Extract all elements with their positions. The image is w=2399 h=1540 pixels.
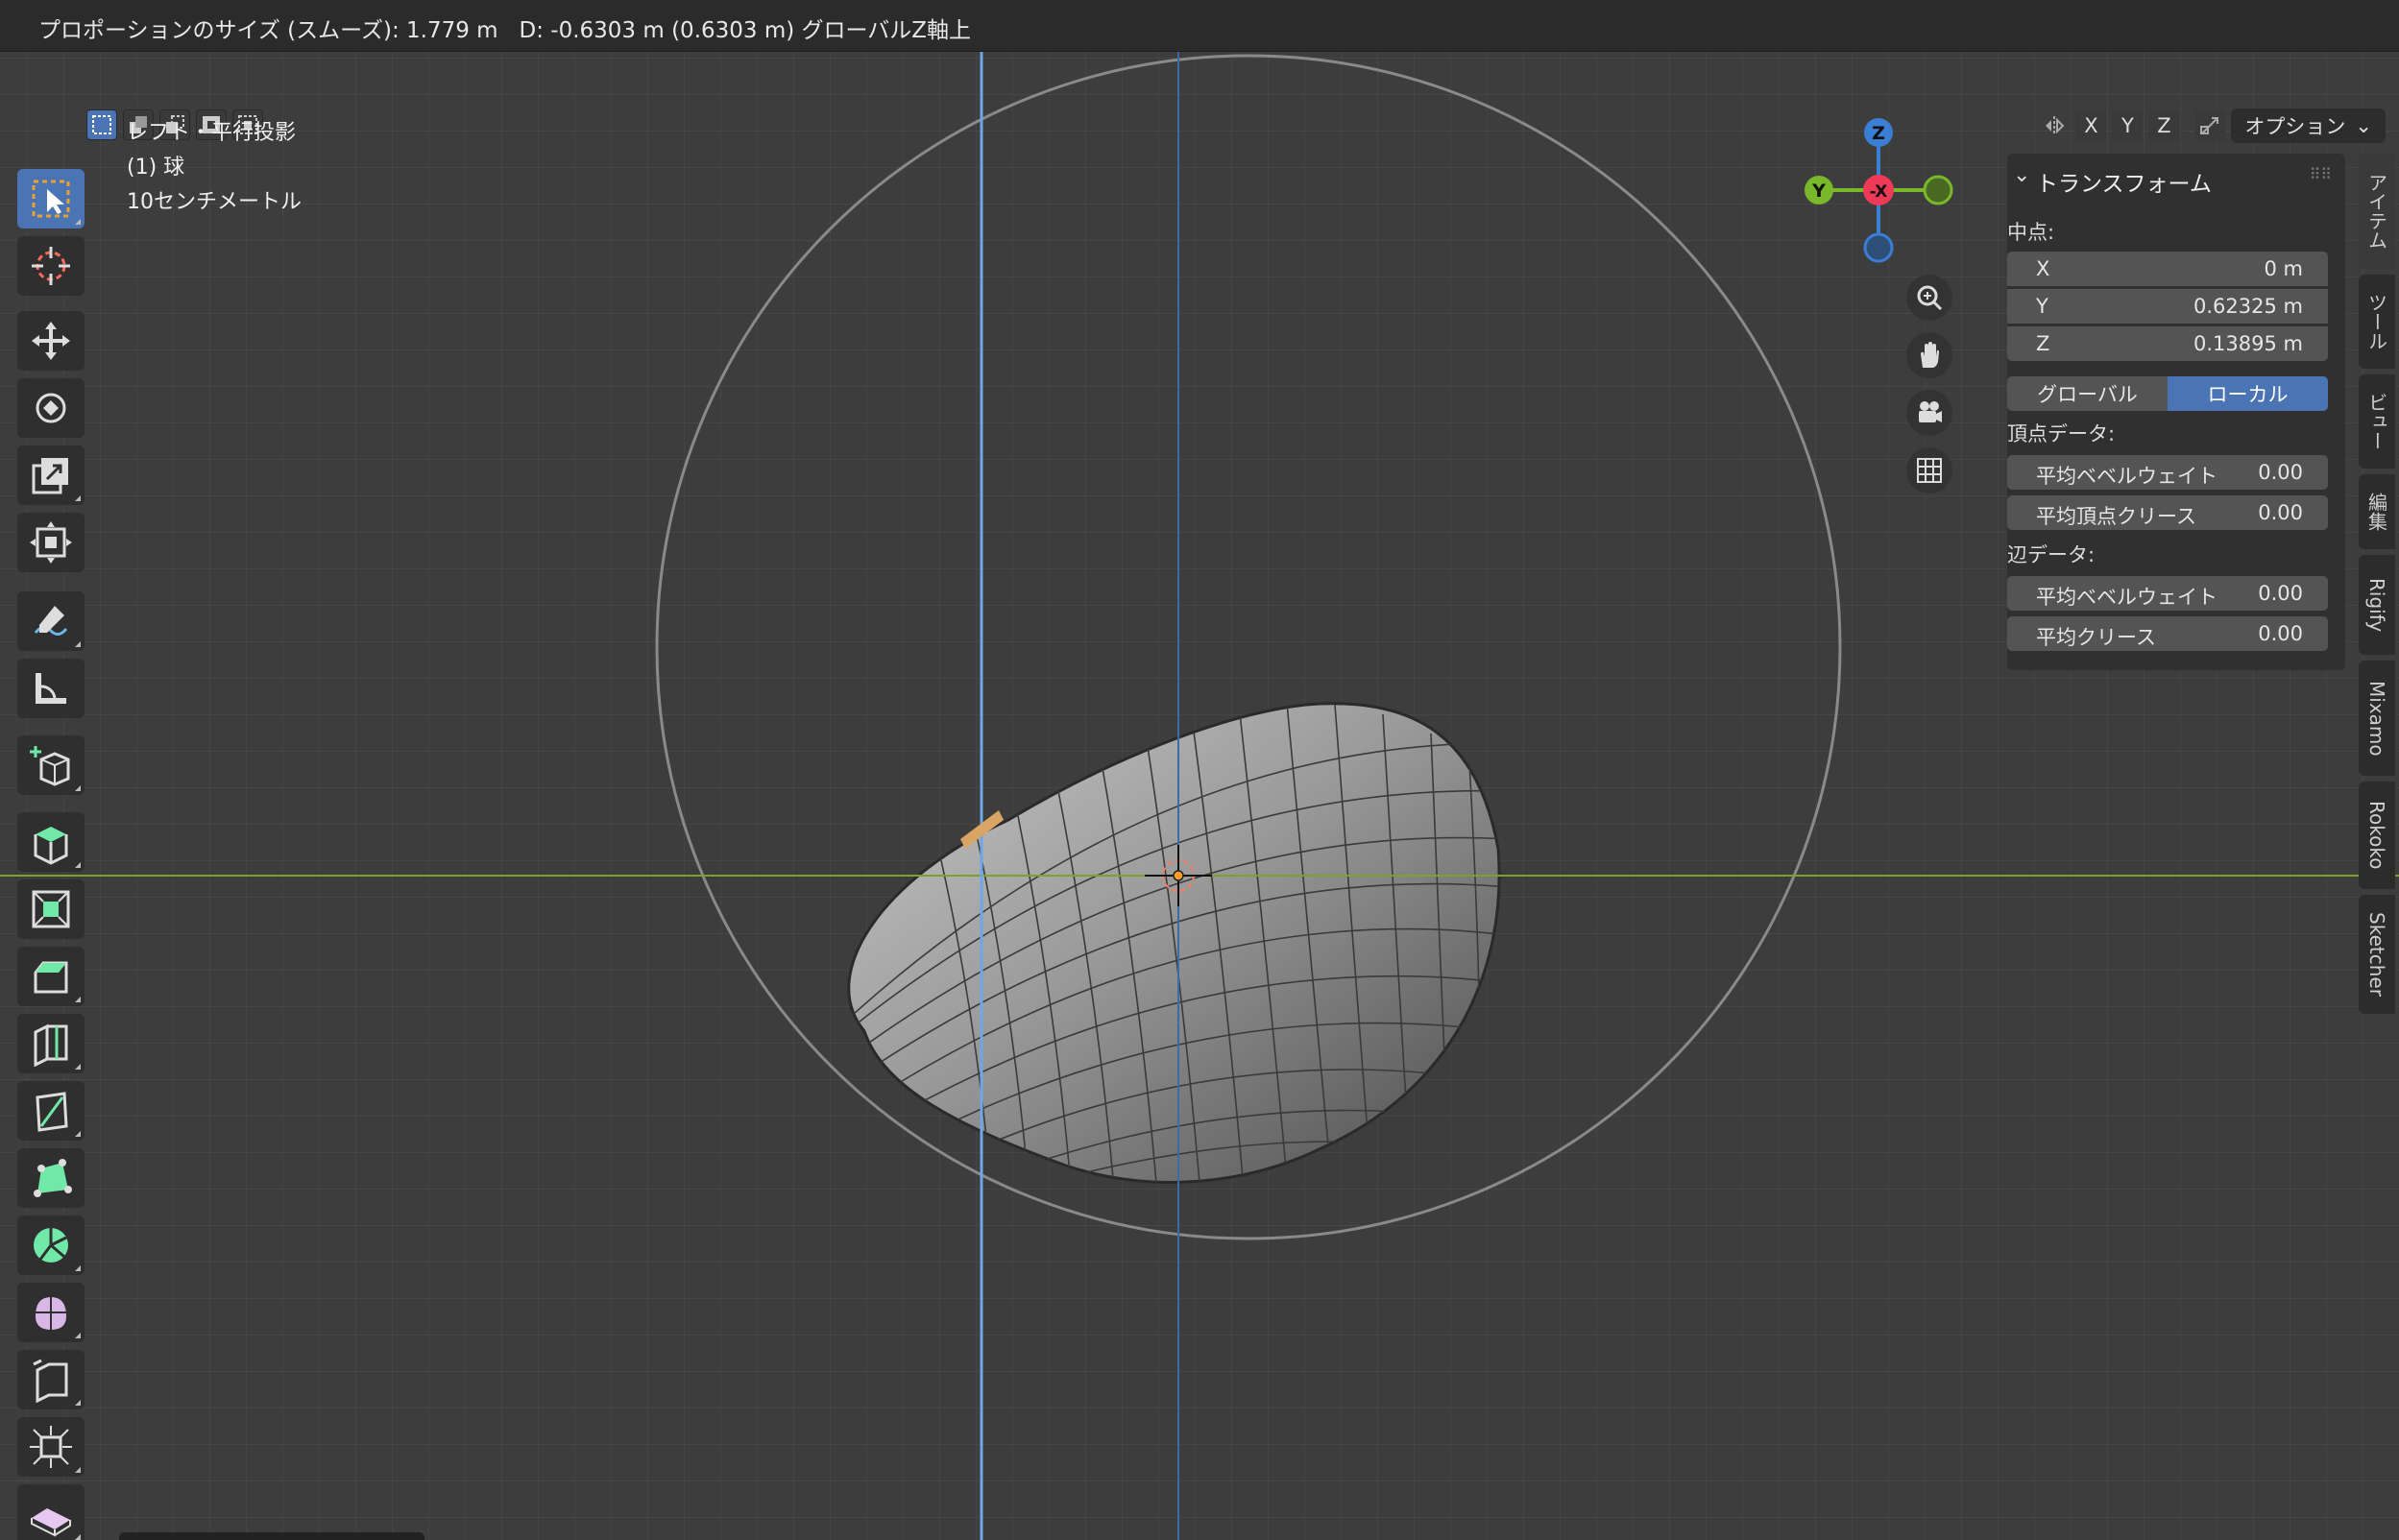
median-z-label: Z — [2036, 332, 2050, 355]
tab-item[interactable]: アイテム — [2359, 154, 2395, 269]
edge-bevel-weight-label: 平均ベベルウェイト — [2036, 586, 2217, 609]
median-z-field[interactable]: Z 0.13895 m — [2007, 326, 2328, 361]
shrink-fatten-tool[interactable] — [17, 1417, 85, 1477]
vertex-crease-label: 平均頂点クリース — [2036, 505, 2196, 528]
gizmo-z-label: Z — [1872, 123, 1885, 144]
extrude-tool[interactable] — [17, 812, 85, 872]
select-box-tool[interactable] — [17, 169, 85, 229]
mirror-y-toggle[interactable]: Y — [2112, 110, 2144, 141]
gizmo-y-label: Y — [1811, 180, 1826, 202]
poly-build-tool[interactable] — [17, 1148, 85, 1208]
measure-tool[interactable] — [17, 659, 85, 718]
space-toggle: グローバル ローカル — [2007, 376, 2328, 411]
options-dropdown[interactable]: オプション ⌄ — [2231, 108, 2386, 143]
transform-tool[interactable] — [17, 513, 85, 572]
camera-icon[interactable] — [1906, 390, 1952, 436]
global-button[interactable]: グローバル — [2007, 376, 2168, 411]
edge-crease-label: 平均クリース — [2036, 626, 2156, 649]
median-x-value: 0 m — [2264, 257, 2304, 280]
navigation-gizmo[interactable]: Z Y -X — [1792, 109, 1965, 282]
cursor-tool[interactable] — [17, 236, 85, 296]
vertex-bevel-weight-value: 0.00 — [2258, 461, 2303, 484]
grid-scale-label: 10センチメートル — [127, 190, 302, 214]
rotate-tool[interactable] — [17, 378, 85, 438]
edge-bevel-weight-value: 0.00 — [2258, 582, 2303, 605]
tab-view[interactable]: ビュー — [2359, 374, 2395, 469]
hand-pan-icon[interactable] — [1906, 332, 1952, 378]
shear-tool[interactable] — [17, 1484, 85, 1540]
tab-rigify[interactable]: Rigify — [2359, 555, 2395, 655]
vertex-bevel-weight-field[interactable]: 平均ベベルウェイト 0.00 — [2007, 455, 2328, 490]
vertex-bevel-weight-label: 平均ベベルウェイト — [2036, 465, 2217, 488]
add-cube-tool[interactable] — [17, 735, 85, 795]
3d-viewport[interactable]: X Y Z オプション ⌄ レフト・平行投影 (1) 球 10センチメートル Z… — [0, 52, 2399, 1540]
options-label: オプション — [2244, 115, 2346, 138]
edge-crease-field[interactable]: 平均クリース 0.00 — [2007, 616, 2328, 651]
loop-cut-tool[interactable] — [17, 1014, 85, 1073]
tab-rokoko[interactable]: Rokoko — [2359, 782, 2395, 889]
auto-merge-icon[interactable] — [2194, 110, 2226, 141]
median-y-value: 0.62325 m — [2193, 295, 2303, 318]
mirror-x-toggle[interactable]: X — [2075, 110, 2107, 141]
median-y-label: Y — [2036, 295, 2048, 318]
edge-bevel-weight-field[interactable]: 平均ベベルウェイト 0.00 — [2007, 576, 2328, 611]
edge-crease-value: 0.00 — [2258, 622, 2303, 645]
viewport-header-right: X Y Z オプション ⌄ — [2039, 108, 2399, 143]
mirror-z-toggle[interactable]: Z — [2148, 110, 2180, 141]
median-y-field[interactable]: Y 0.62325 m — [2007, 289, 2328, 324]
tab-sketcher[interactable]: Sketcher — [2359, 895, 2395, 1014]
spin-tool[interactable] — [17, 1215, 85, 1275]
edge-slide-tool[interactable] — [17, 1350, 85, 1409]
tool-shelf — [13, 165, 92, 1540]
view-name: レフト・平行投影 — [127, 121, 297, 145]
knife-tool[interactable] — [17, 1081, 85, 1141]
annotate-tool[interactable] — [17, 591, 85, 651]
status-text: プロポーションのサイズ (スムーズ): 1.779 m D: -0.6303 m… — [38, 18, 972, 43]
vertex-data-label: 頂点データ: — [2007, 422, 2116, 445]
median-x-field[interactable]: X 0 m — [2007, 252, 2328, 286]
local-button[interactable]: ローカル — [2168, 376, 2328, 411]
smooth-tool[interactable] — [17, 1283, 85, 1342]
last-operator-panel[interactable]: › 移動 — [119, 1532, 424, 1540]
tab-edit[interactable]: 編集 — [2359, 474, 2395, 549]
edge-data-label: 辺データ: — [2007, 543, 2096, 566]
median-z-value: 0.13895 m — [2193, 332, 2303, 355]
grid-ortho-icon[interactable] — [1906, 447, 1952, 493]
zoom-icon[interactable] — [1906, 275, 1952, 321]
move-tool[interactable] — [17, 311, 85, 371]
vertex-crease-field[interactable]: 平均頂点クリース 0.00 — [2007, 495, 2328, 530]
select-new-icon[interactable] — [86, 109, 117, 140]
transform-panel: ⌄ トランスフォーム ⠿⠿ 中点: X 0 m Y 0.62325 m Z 0.… — [2007, 154, 2345, 670]
median-label: 中点: — [2007, 221, 2055, 244]
scale-tool[interactable] — [17, 445, 85, 505]
bevel-tool[interactable] — [17, 947, 85, 1006]
tab-mixamo[interactable]: Mixamo — [2359, 661, 2395, 776]
mirror-icon[interactable] — [2039, 110, 2070, 141]
tab-tool[interactable]: ツール — [2359, 275, 2395, 369]
gizmo-x-label: -X — [1870, 182, 1888, 202]
inset-tool[interactable] — [17, 879, 85, 939]
active-object-name: (1) 球 — [127, 156, 185, 180]
vertex-crease-value: 0.00 — [2258, 501, 2303, 524]
median-x-label: X — [2036, 257, 2050, 280]
header-bar: プロポーションのサイズ (スムーズ): 1.779 m D: -0.6303 m… — [0, 0, 2399, 52]
chevron-down-icon: ⌄ — [2355, 114, 2372, 137]
